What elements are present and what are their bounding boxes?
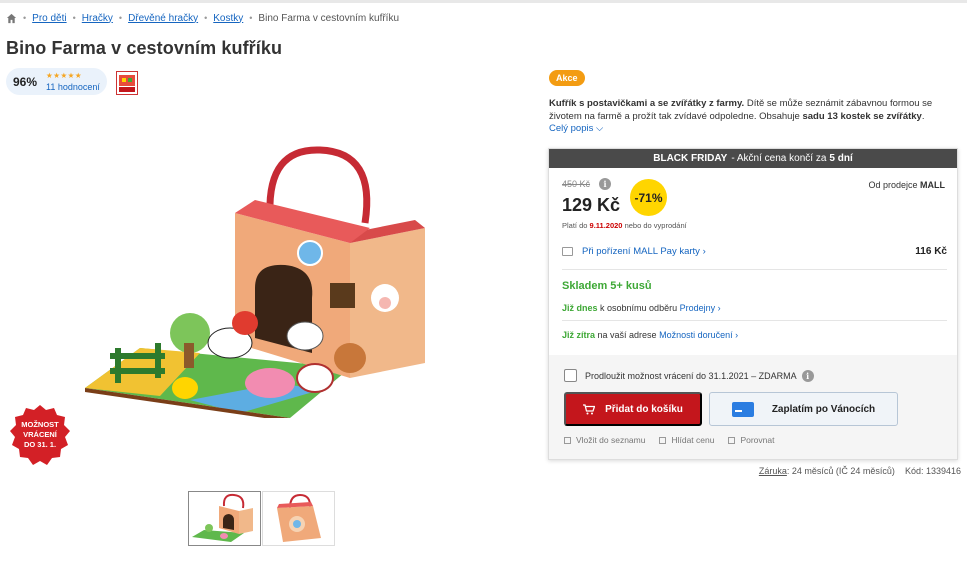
- black-friday-text: - Akční cena končí za: [731, 153, 827, 164]
- seller-prefix: Od prodejce: [868, 180, 918, 190]
- discount-badge: -71%: [630, 179, 667, 216]
- black-friday-days: 5 dní: [829, 153, 853, 164]
- product-main-image[interactable]: [80, 138, 440, 418]
- product-code: Kód: 1339416: [904, 466, 961, 476]
- pickup-text: k osobnímu odběru: [600, 303, 678, 313]
- original-price: 450 Kč: [562, 179, 591, 189]
- info-icon[interactable]: i: [599, 178, 611, 190]
- product-thumbnail-1[interactable]: [188, 491, 261, 546]
- page-title: Bino Farma v cestovním kufříku: [6, 38, 283, 58]
- breadcrumb-link-pro-deti[interactable]: Pro děti: [32, 13, 66, 24]
- rating-stars-icon: ★★★★★: [46, 71, 83, 80]
- top-divider: [0, 0, 967, 3]
- rating-count-link[interactable]: 11 hodnocení: [46, 82, 100, 92]
- delivery-when: Již zítra: [562, 330, 596, 340]
- chevron-down-icon: ⌵: [596, 123, 604, 134]
- pickup-when: Již dnes: [562, 303, 598, 313]
- product-description: Kufřík s postavičkami a se zvířátky z fa…: [549, 97, 944, 123]
- mallpay-link-label: Při pořízení MALL Pay karty: [582, 245, 700, 257]
- description-bold: Kufřík s postavičkami a se zvířátky z fa…: [549, 98, 745, 109]
- full-description-link[interactable]: Celý popis ⌵: [549, 123, 603, 134]
- compare-button[interactable]: Porovnat: [728, 435, 774, 445]
- secondary-actions: Vložit do seznamu Hlídat cenu Porovnat: [564, 435, 788, 445]
- description-bold-2: sadu 13 kostek se zvířátky: [802, 111, 922, 122]
- price-box: BLACK FRIDAY - Akční cena končí za 5 dní …: [548, 148, 958, 460]
- return-badge-line-3: DO 31. 1.: [23, 440, 57, 449]
- return-badge-line-1: MOŽNOST: [21, 420, 59, 429]
- delivery-options-link[interactable]: Možnosti doručení ›: [659, 330, 738, 340]
- price-validity: Platí do 9.11.2020 nebo do vyprodání: [562, 221, 687, 230]
- stores-link-label: Prodejny: [679, 303, 716, 313]
- description-end: .: [921, 111, 925, 122]
- product-thumbnail-2[interactable]: [262, 491, 335, 546]
- full-description-label: Celý popis: [549, 123, 594, 134]
- warranty-link[interactable]: Záruka: [759, 466, 787, 476]
- info-icon[interactable]: i: [801, 369, 814, 382]
- validity-suffix: nebo do vyprodání: [624, 221, 687, 230]
- pickup-info: Již dnes k osobnímu odběru Prodejny ›: [562, 303, 721, 313]
- seller-info: Od prodejce MALL: [868, 180, 945, 190]
- compare-label: Porovnat: [740, 435, 775, 445]
- chevron-right-icon: ›: [702, 245, 706, 257]
- bino-logo-icon[interactable]: [116, 71, 138, 95]
- cart-icon: [583, 403, 596, 414]
- seller-name: MALL: [920, 180, 945, 190]
- pay-after-christmas-button[interactable]: Zaplatím po Vánocích: [709, 392, 898, 426]
- warranty-info: Záruka: 24 měsíců (IČ 24 měsíců) Kód: 13…: [759, 466, 961, 476]
- breadcrumb-link-drevene-hracky[interactable]: Dřevěné hračky: [128, 13, 198, 24]
- rating-percent: 96%: [13, 74, 38, 89]
- pay-later-label: Zaplatím po Vánocích: [771, 403, 876, 415]
- divider: [562, 320, 947, 321]
- warranty-text: : 24 měsíců (IČ 24 měsíců): [786, 466, 895, 476]
- current-price: 129 Kč: [562, 195, 621, 215]
- stores-link[interactable]: Prodejny ›: [680, 303, 721, 313]
- stock-status: Skladem 5+ kusů: [562, 280, 652, 292]
- breadcrumb-link-hracky[interactable]: Hračky: [82, 13, 113, 24]
- breadcrumb-separator: •: [204, 13, 208, 23]
- rating-pill[interactable]: 96% ★★★★★ 11 hodnocení: [6, 68, 107, 95]
- extend-return-label: Prodloužit možnost vrácení do 31.1.2021 …: [585, 370, 797, 381]
- breadcrumb: • Pro děti • Hračky • Dřevěné hračky • K…: [6, 11, 399, 25]
- sale-badge: Akce: [549, 70, 585, 86]
- delivery-info: Již zítra na vaší adrese Možnosti doruče…: [562, 330, 738, 340]
- black-friday-banner: BLACK FRIDAY - Akční cena končí za 5 dní: [549, 149, 957, 168]
- extend-return-checkbox[interactable]: [564, 369, 577, 382]
- return-badge-text: MOŽNOST VRÁCENÍ DO 31. 1.: [8, 420, 72, 450]
- breadcrumb-current: Bino Farma v cestovním kufříku: [258, 12, 400, 24]
- delivery-text: na vaší adrese: [597, 330, 657, 340]
- mallpay-price: 116 Kč: [915, 245, 947, 257]
- divider: [562, 269, 947, 270]
- card-icon: [562, 246, 573, 256]
- mallpay-row: Při pořízení MALL Pay karty › 116 Kč: [562, 243, 947, 259]
- extend-return-option[interactable]: Prodloužit možnost vrácení do 31.1.2021 …: [564, 369, 814, 382]
- add-to-cart-button[interactable]: Přidat do košíku: [564, 392, 702, 426]
- return-badge-line-2: VRÁCENÍ: [23, 430, 57, 439]
- return-policy-badge: MOŽNOST VRÁCENÍ DO 31. 1.: [8, 404, 72, 468]
- breadcrumb-separator: •: [23, 13, 27, 23]
- payment-card-icon: [731, 401, 754, 417]
- wishlist-label: Vložit do seznamu: [576, 435, 646, 445]
- validity-date: 9.11.2020: [589, 221, 623, 230]
- mallpay-link[interactable]: Při pořízení MALL Pay karty ›: [582, 246, 706, 257]
- delivery-options-label: Možnosti doručení: [659, 330, 733, 340]
- list-icon: [564, 436, 571, 444]
- breadcrumb-separator: •: [118, 13, 123, 23]
- compare-icon: [728, 436, 736, 444]
- bell-icon: [659, 436, 667, 444]
- home-icon[interactable]: [6, 13, 17, 24]
- watch-price-label: Hlídat cenu: [671, 435, 715, 445]
- add-to-cart-label: Přidat do košíku: [605, 403, 683, 415]
- watch-price-button[interactable]: Hlídat cenu: [659, 435, 714, 445]
- breadcrumb-separator: •: [72, 13, 76, 23]
- breadcrumb-link-kostky[interactable]: Kostky: [213, 13, 243, 24]
- add-to-wishlist-button[interactable]: Vložit do seznamu: [564, 435, 645, 445]
- black-friday-title: BLACK FRIDAY: [653, 153, 728, 164]
- breadcrumb-separator: •: [249, 13, 253, 23]
- validity-prefix: Platí do: [562, 221, 588, 230]
